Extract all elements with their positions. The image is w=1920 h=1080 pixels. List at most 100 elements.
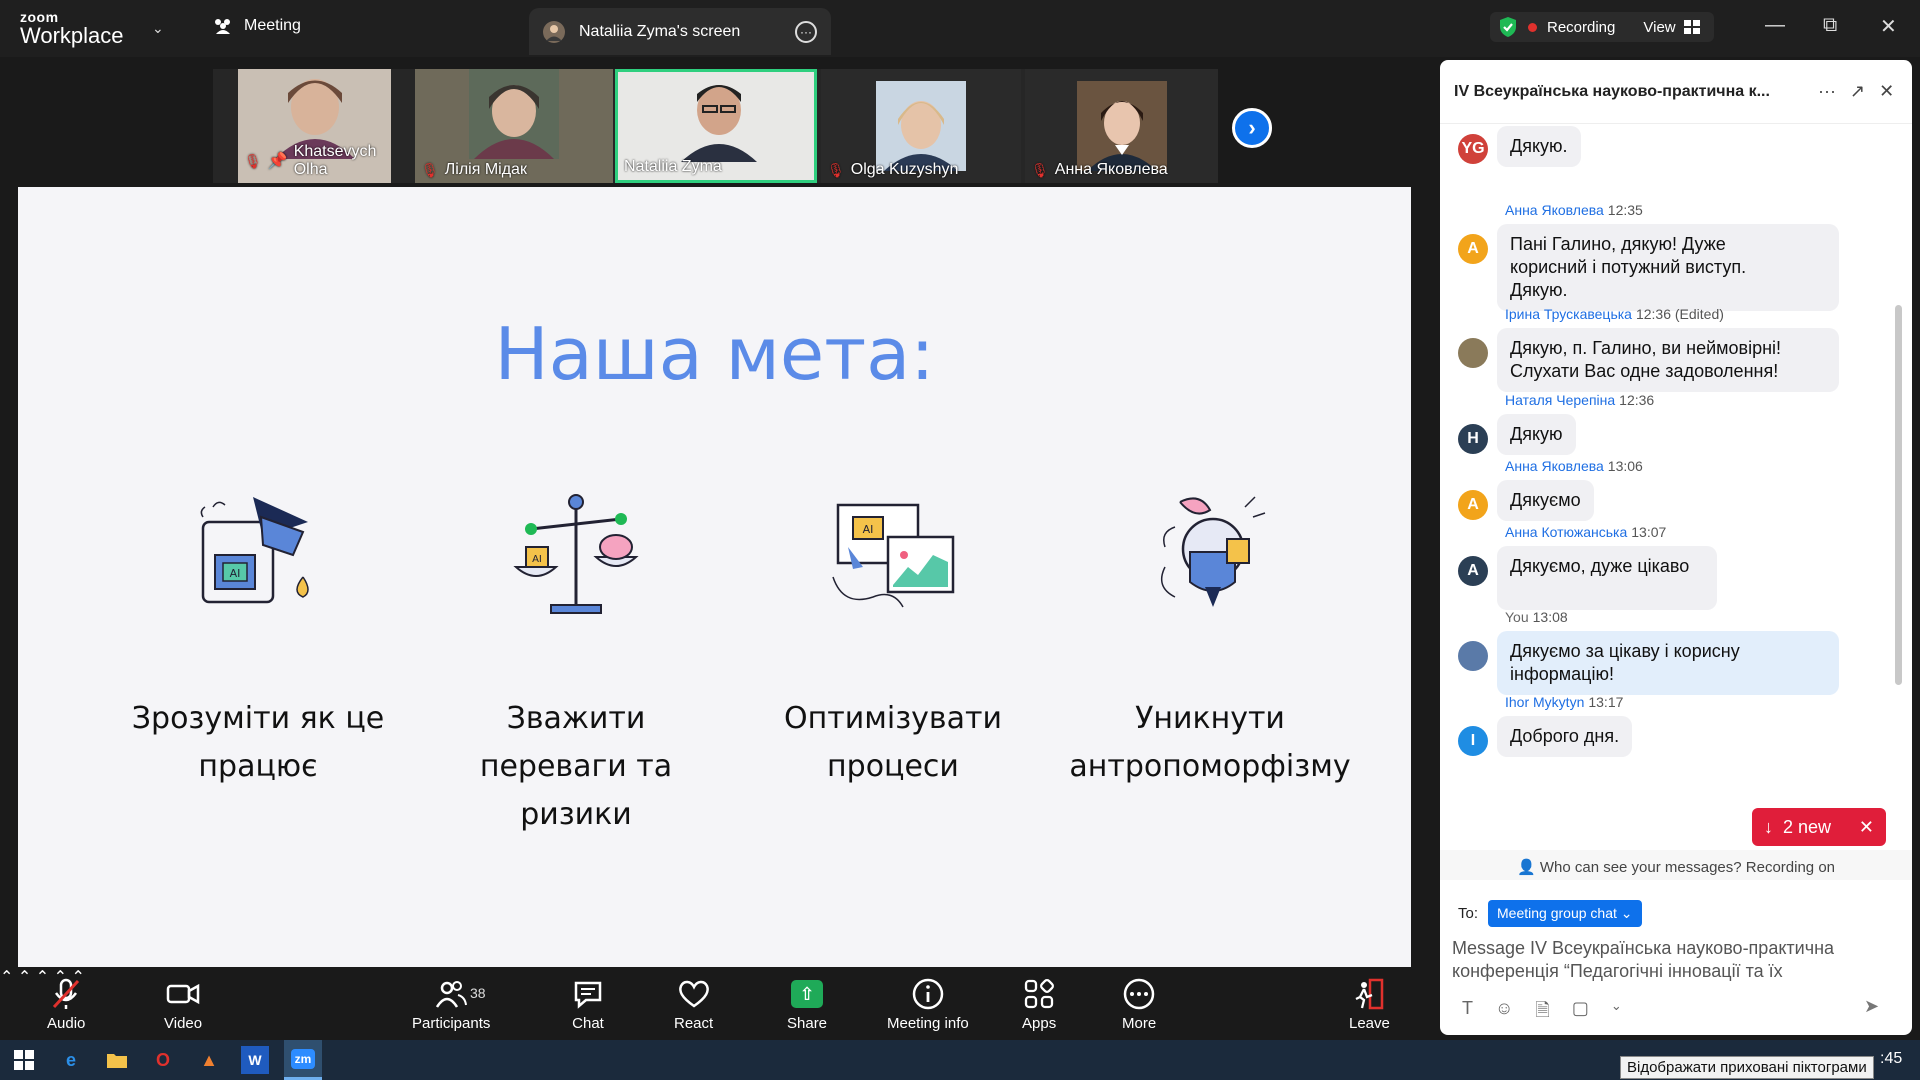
message-bubble[interactable]: Дякую, п. Галино, ви неймовірні! Слухати … (1497, 328, 1839, 392)
taskbar-clock[interactable]: :45 (1880, 1050, 1902, 1068)
audio-options-chevron-icon[interactable]: ⌃ (0, 969, 13, 986)
avatar[interactable]: YG (1458, 134, 1488, 164)
avatar[interactable]: Н (1458, 424, 1488, 454)
share-button[interactable]: ⇧ Share (787, 977, 827, 1032)
participant-thumbnail[interactable]: 🎙 📌 Khatsevych Olha (238, 69, 391, 183)
sender-name[interactable]: Анна Яковлева (1505, 202, 1604, 218)
video-options-chevron-icon[interactable]: ⌃ (18, 969, 31, 986)
message-time: 13:06 (1607, 458, 1643, 474)
goal-line: працює (198, 749, 318, 784)
avatar[interactable]: A (1458, 556, 1488, 586)
message-bubble[interactable]: Дякуємо, дуже цікаво (1497, 546, 1717, 610)
more-button[interactable]: More (1122, 977, 1156, 1032)
recording-status[interactable]: Recording View (1490, 12, 1714, 42)
screenshot-icon[interactable]: ▢ (1572, 998, 1589, 1028)
avatar[interactable]: I (1458, 726, 1488, 756)
recording-dot-icon (1528, 22, 1537, 32)
view-label: View (1643, 18, 1676, 36)
recipient-dropdown[interactable]: Meeting group chat ⌄ (1488, 900, 1642, 927)
participant-thumbnail[interactable]: 🎙 Лілія Мідак (415, 69, 613, 183)
opera-browser-icon[interactable]: O (149, 1046, 177, 1074)
message-time: 12:35 (1607, 202, 1643, 218)
meeting-info-button[interactable]: Meeting info (887, 977, 969, 1032)
close-icon[interactable]: ✕ (1859, 817, 1874, 838)
text-format-icon[interactable]: T (1462, 998, 1473, 1028)
screen-share-tab[interactable]: Nataliia Zyma's screen ··· (529, 8, 831, 55)
goal-understand: AI Зрозуміти як це працює (98, 477, 418, 791)
slide-title: Наша мета: (494, 312, 935, 396)
sender-name[interactable]: You (1505, 609, 1529, 625)
svg-text:AI: AI (532, 554, 542, 565)
arrow-down-icon: ↓ (1764, 816, 1773, 837)
screen-tab-label: Nataliia Zyma's screen (579, 22, 741, 40)
pop-out-icon[interactable]: ↗ (1850, 81, 1865, 102)
more-options-icon[interactable]: ··· (1818, 81, 1836, 102)
apps-button[interactable]: Apps (1022, 977, 1056, 1032)
chat-messages[interactable]: YG Дякую. A Анна Яковлева 12:35 Пані Галино, … (1440, 124, 1912, 840)
send-icon[interactable]: ➤ (1864, 996, 1879, 1017)
video-button[interactable]: Video (164, 977, 202, 1032)
thumbnail-name: 🎙 Лілія Мідак (421, 161, 527, 179)
chevron-down-icon[interactable]: ⌄ (1611, 998, 1622, 1028)
message-input[interactable]: Message IV Всеукраїнська науково-практич… (1452, 937, 1872, 983)
message-text: корисний і потужний виступ. (1510, 257, 1747, 277)
sender-name[interactable]: Анна Котюжанська (1505, 524, 1627, 540)
message-bubble[interactable]: Пані Галино, дякую! Дуже корисний і потуж… (1497, 224, 1839, 311)
close-icon[interactable]: ✕ (1880, 14, 1897, 39)
view-button[interactable]: View (1643, 18, 1700, 36)
meeting-tab[interactable]: Meeting (212, 17, 301, 35)
restore-icon[interactable]: ⧉ (1823, 14, 1837, 37)
participant-thumbnail-active[interactable]: Nataliia Zyma (615, 69, 817, 183)
message-meta: Ірина Трускавецька 12:36 (Edited) (1505, 306, 1724, 322)
message-text: Доброго дня. (1510, 726, 1620, 746)
avatar[interactable]: A (1458, 234, 1488, 264)
sender-name[interactable]: Наталя Черепіна (1505, 392, 1615, 408)
emoji-icon[interactable]: ☺ (1495, 998, 1513, 1028)
message-meta: Наталя Черепіна 12:36 (1505, 392, 1654, 408)
chat-scrollbar[interactable] (1895, 305, 1902, 685)
who-can-see-notice[interactable]: 👤 Who can see your messages? Recording o… (1440, 850, 1912, 880)
zoom-logo[interactable]: zoom Workplace (20, 10, 124, 47)
sender-name[interactable]: Ihor Mykytyn (1505, 694, 1584, 710)
new-messages-badge[interactable]: ↓ 2 new ✕ (1752, 808, 1886, 846)
goal-weigh: AI Зважити переваги та ризики (416, 477, 736, 839)
sender-name[interactable]: Ірина Трускавецька (1505, 306, 1632, 322)
avatar-photo-icon[interactable] (1458, 641, 1488, 671)
minimize-icon[interactable]: — (1765, 14, 1785, 37)
leave-button[interactable]: Leave (1349, 977, 1390, 1032)
muted-mic-icon: 🎙 (244, 152, 262, 169)
word-icon[interactable]: W (241, 1046, 269, 1074)
message-bubble[interactable]: Дякуємо за цікаву і корисну інформацію! (1497, 631, 1839, 695)
logo-line2: Workplace (20, 23, 124, 48)
avatar-photo-icon[interactable] (1458, 338, 1488, 368)
avatar[interactable]: A (1458, 490, 1488, 520)
react-button[interactable]: React (674, 977, 713, 1032)
participant-thumbnail[interactable]: 🎙 Olga Kuzyshyn (821, 69, 1021, 183)
new-messages-label: 2 new (1783, 816, 1832, 837)
goal-line: Оптимізувати (784, 701, 1002, 736)
message-bubble[interactable]: Доброго дня. (1497, 716, 1633, 757)
robot-head-icon (1160, 496, 1266, 607)
message-bubble[interactable]: Дякую. (1497, 126, 1581, 167)
audio-button[interactable]: Audio (47, 977, 85, 1032)
next-page-button[interactable]: › (1232, 108, 1272, 148)
message-bubble[interactable]: Дякую (1497, 414, 1576, 455)
thumbnail-name: Nataliia Zyma (624, 158, 722, 176)
file-icon[interactable]: 🗎 (1535, 998, 1549, 1028)
file-explorer-icon[interactable] (103, 1046, 131, 1074)
video-label: Video (164, 1015, 203, 1032)
app-icon[interactable]: ▲ (195, 1046, 223, 1074)
sender-name[interactable]: Анна Яковлева (1505, 458, 1604, 474)
message-text (1510, 578, 1704, 601)
participant-thumbnail[interactable]: 🎙 Анна Яковлева (1025, 69, 1218, 183)
windows-start-icon[interactable] (10, 1046, 38, 1074)
input-toolbar: T ☺ 🗎 ▢ ⌄ (1462, 998, 1622, 1028)
chat-button[interactable]: Chat (571, 977, 605, 1032)
message-bubble[interactable]: Дякуємо (1497, 480, 1594, 521)
more-options-icon[interactable]: ··· (795, 20, 817, 43)
close-icon[interactable]: ✕ (1879, 81, 1894, 102)
chevron-down-icon[interactable]: ⌄ (152, 20, 164, 37)
leave-label: Leave (1349, 1015, 1390, 1032)
edge-browser-icon[interactable]: e (57, 1046, 85, 1074)
zoom-taskbar-icon[interactable]: zm (284, 1040, 322, 1080)
